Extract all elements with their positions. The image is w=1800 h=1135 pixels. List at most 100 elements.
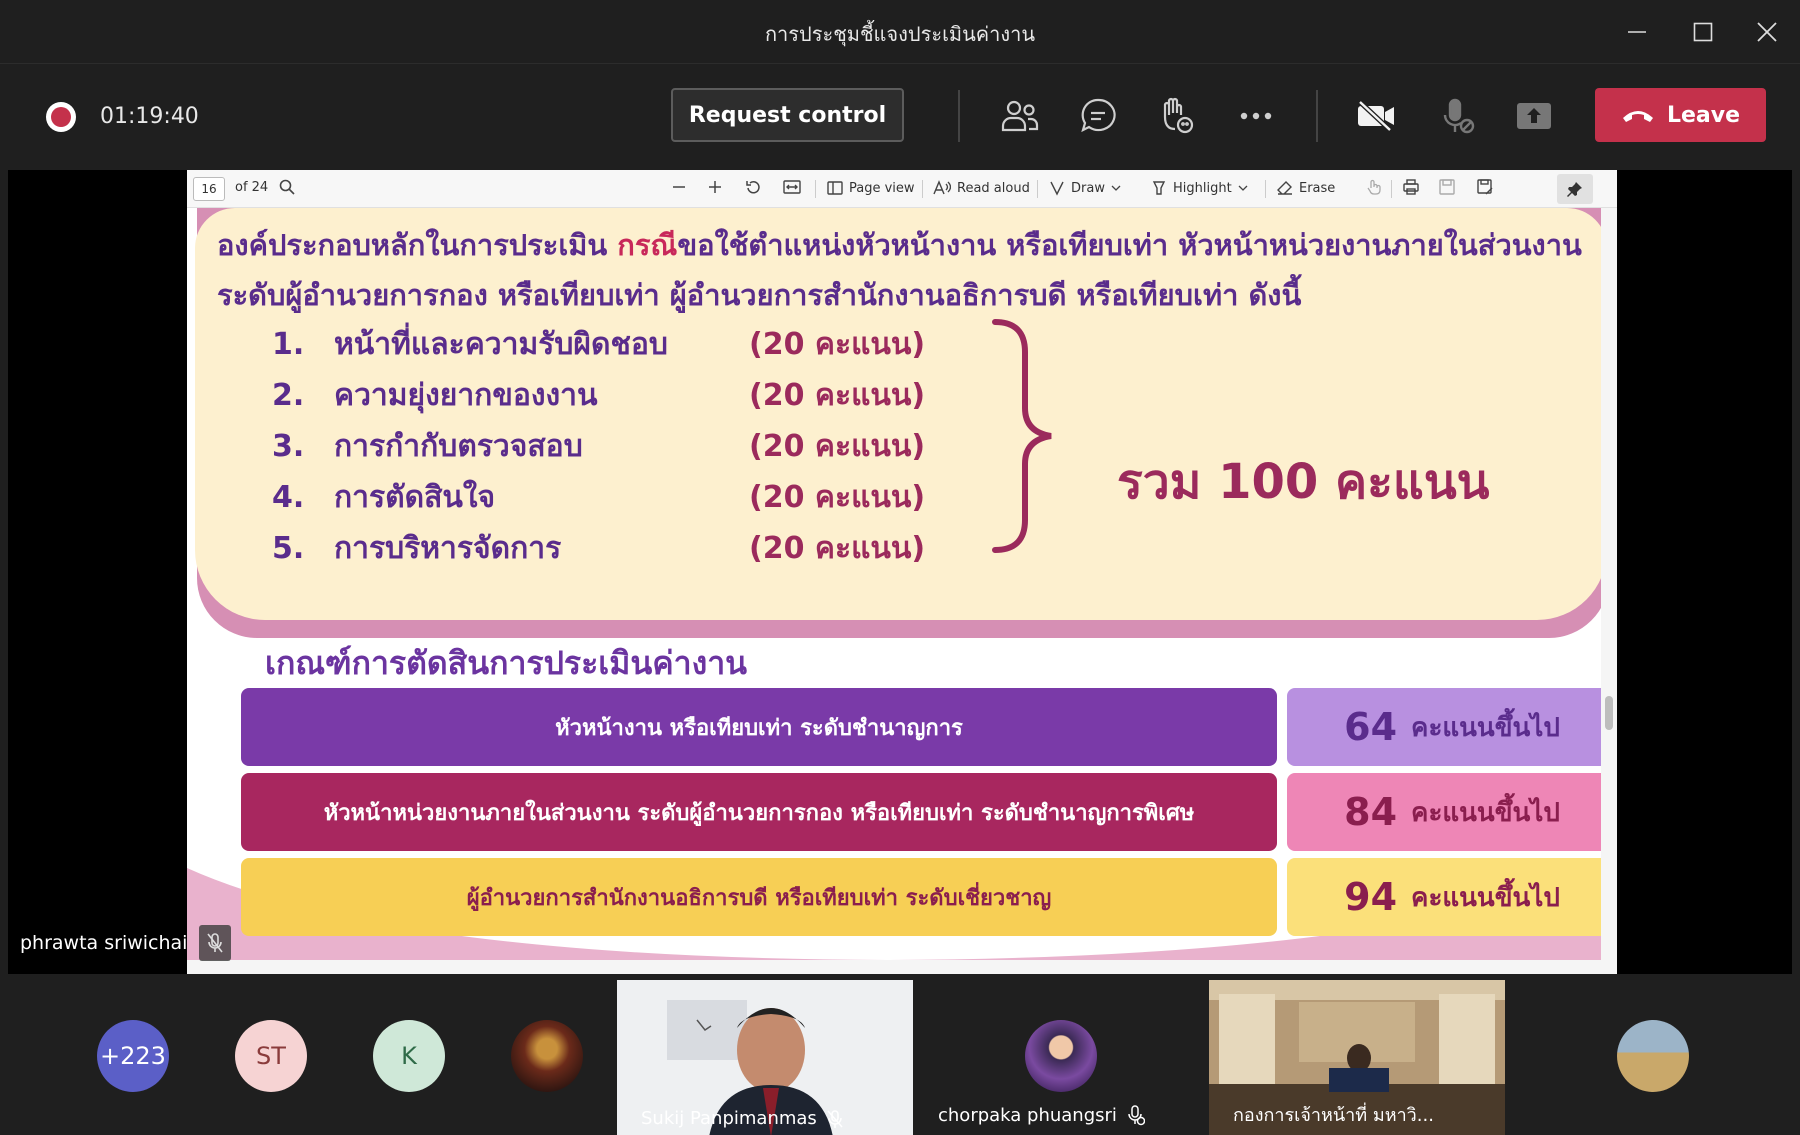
criterion-number: 4. [272, 480, 305, 515]
draw-icon [1050, 181, 1064, 196]
presenter-label: phrawta sriwichai [20, 925, 232, 961]
mic-button[interactable] [1430, 90, 1486, 142]
teams-meeting-window: การประชุมชี้แจงประเมินค่างาน 01:19:40 Re… [0, 0, 1800, 1135]
people-button[interactable] [992, 90, 1048, 142]
scroll-thumb[interactable] [1605, 696, 1613, 730]
share-button[interactable] [1506, 90, 1562, 142]
level-position-row: หัวหน้าหน่วยงานภายในส่วนงาน ระดับผู้อำนว… [241, 773, 1277, 851]
pin-toolbar-button[interactable] [1557, 174, 1593, 204]
participant-strip: +223 ST K Sukij Panpimanmas chorpaka phu… [0, 978, 1800, 1135]
page-view-button[interactable]: Page view [827, 180, 915, 196]
toolbar-divider [1316, 90, 1318, 142]
minimize-icon [1628, 31, 1646, 33]
chat-icon [1081, 98, 1116, 133]
eraser-icon [1277, 181, 1292, 195]
zoom-in-button[interactable] [707, 178, 723, 196]
criterion-label: หน้าที่และความรับผิดชอบ [334, 327, 668, 362]
zoom-out-button[interactable] [671, 178, 687, 196]
mic-off-icon [1443, 98, 1475, 134]
hang-up-icon [1622, 111, 1653, 122]
avatar-k[interactable]: K [373, 1020, 445, 1092]
rotate-button[interactable] [745, 179, 761, 195]
avatar-st[interactable]: ST [235, 1020, 307, 1092]
save-as-icon [1477, 179, 1493, 195]
camera-off-icon [1358, 100, 1394, 132]
plus-icon [709, 181, 721, 193]
close-icon [1757, 22, 1777, 42]
mic-off-icon [207, 933, 224, 953]
page-number-input[interactable]: 16 [193, 177, 225, 201]
page-total: of 24 [235, 180, 269, 195]
pdf-horizontal-scrollbar[interactable] [187, 960, 1617, 974]
curly-brace-icon [992, 319, 1052, 553]
save-as-button[interactable] [1477, 179, 1493, 195]
total-score: รวม 100 คะแนน [1117, 454, 1490, 510]
presenter-name: phrawta sriwichai [20, 932, 188, 954]
draw-label: Draw [1071, 180, 1105, 196]
more-options-button[interactable] [1228, 90, 1284, 142]
people-icon [1001, 100, 1039, 132]
pdf-toolbar: 16 of 24 Page view Read aloud Draw Highl… [187, 170, 1617, 208]
avatar-chorpaka[interactable] [1025, 1020, 1097, 1092]
camera-button[interactable] [1348, 90, 1404, 142]
maximize-icon [1693, 22, 1713, 42]
avatar-photo-landscape[interactable] [1617, 1020, 1689, 1092]
find-button[interactable] [279, 179, 295, 195]
intro-text: องค์ประกอบหลักในการประเมิน กรณีขอใช้ตำแห… [217, 220, 1597, 320]
read-aloud-label: Read aloud [957, 180, 1030, 196]
level-score-box: 94 คะแนนขึ้นไป [1287, 858, 1617, 936]
leave-label: Leave [1666, 102, 1741, 128]
reactions-button[interactable] [1148, 90, 1204, 142]
criterion-label: การตัดสินใจ [334, 480, 496, 515]
criterion-label: ความยุ่งยากของงาน [334, 378, 598, 413]
request-control-button[interactable]: Request control [671, 88, 904, 142]
pdf-vertical-scrollbar[interactable] [1601, 208, 1617, 960]
toolbar-divider [958, 90, 960, 142]
save-icon [1439, 179, 1455, 195]
draw-button[interactable]: Draw [1049, 180, 1121, 196]
criterion-score: (20 คะแนน) [749, 327, 926, 362]
criterion-number: 5. [272, 531, 305, 566]
criterion-label: การบริหารจัดการ [334, 531, 562, 566]
more-participants-button[interactable]: +223 [97, 1020, 169, 1092]
video-tile-room[interactable]: กองการเจ้าหน้าที่ มหาวิ... [1209, 980, 1505, 1135]
criterion-score: (20 คะแนน) [749, 429, 926, 464]
chat-button[interactable] [1070, 90, 1126, 142]
criterion-item: 2. ความยุ่งยากของงาน [272, 371, 598, 421]
level-position-row: ผู้อำนวยการสำนักงานอธิการบดี หรือเทียบเท… [241, 858, 1277, 936]
more-icon [1240, 112, 1272, 120]
level-score-box: 84 คะแนนขึ้นไป [1287, 773, 1617, 851]
level-position-row: หัวหน้างาน หรือเทียบเท่า ระดับชำนาญการ [241, 688, 1277, 766]
shared-pdf-viewer[interactable]: 16 of 24 Page view Read aloud Draw Highl… [187, 170, 1617, 974]
minimize-button[interactable] [1604, 0, 1670, 64]
close-window-button[interactable] [1734, 0, 1800, 64]
meeting-timer: 01:19:40 [100, 104, 199, 129]
maximize-button[interactable] [1670, 0, 1736, 64]
erase-button[interactable]: Erase [1277, 180, 1335, 196]
decision-criteria-title: เกณฑ์การตัดสินการประเมินค่างาน [265, 644, 748, 682]
fit-page-button[interactable] [783, 179, 801, 195]
criterion-number: 2. [272, 378, 305, 413]
video-tile-sukij[interactable]: Sukij Panpimanmas [617, 980, 913, 1135]
criterion-item: 1. หน้าที่และความรับผิดชอบ [272, 320, 668, 370]
level-score: 84 [1344, 790, 1398, 834]
highlighter-icon [1152, 181, 1166, 195]
criterion-number: 3. [272, 429, 305, 464]
presenter-mic-muted [199, 925, 232, 961]
chevron-down-icon [1111, 185, 1121, 191]
read-aloud-button[interactable]: Read aloud [933, 180, 1030, 196]
raise-hand-icon [1163, 97, 1194, 134]
criterion-score: (20 คะแนน) [749, 480, 926, 515]
print-button[interactable] [1403, 179, 1419, 195]
level-score: 64 [1344, 705, 1398, 749]
criterion-item: 3. การกำกับตรวจสอบ [272, 422, 583, 472]
title-bar: การประชุมชี้แจงประเมินค่างาน [0, 0, 1800, 64]
save-button[interactable] [1439, 179, 1455, 195]
avatar-photo-temple[interactable] [511, 1020, 583, 1092]
participant-name: กองการเจ้าหน้าที่ มหาวิ... [1233, 1100, 1434, 1129]
highlight-button[interactable]: Highlight [1151, 180, 1248, 196]
printer-icon [1403, 179, 1419, 195]
leave-button[interactable]: Leave [1595, 88, 1766, 142]
rotate-icon [746, 181, 760, 194]
touch-write-button[interactable] [1367, 179, 1381, 195]
